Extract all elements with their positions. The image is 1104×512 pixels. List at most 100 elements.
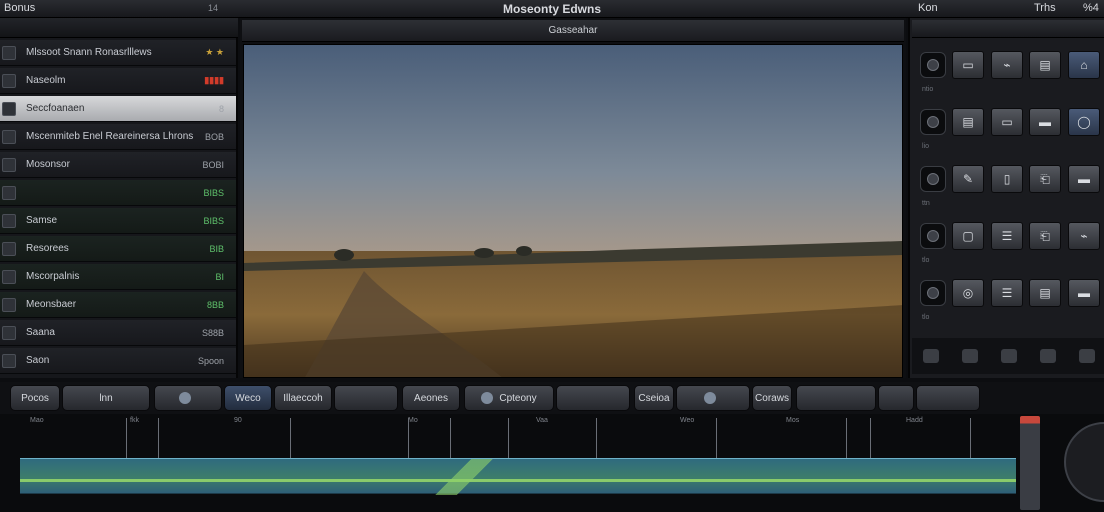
toolbar-button[interactable] (916, 385, 980, 411)
toolbar-button[interactable]: Pocos (10, 385, 60, 411)
layer-name: Meonsbaer (26, 299, 77, 310)
layer-value: BOB (204, 131, 224, 142)
layer-row[interactable]: Saon Spoon (0, 348, 236, 374)
layer-thumb-icon (2, 129, 16, 144)
field-image (244, 45, 902, 377)
toolbar-button[interactable] (676, 385, 750, 411)
layer-name: Mlssoot Snann Ronasrlllews (26, 47, 152, 58)
effect-toggle-icon[interactable] (920, 166, 946, 192)
toolbar-button[interactable] (154, 385, 222, 411)
audio-track[interactable] (20, 458, 1016, 495)
toolbar-button[interactable]: Weco (224, 385, 272, 411)
effect-tile-icon[interactable]: ⌁ (991, 51, 1023, 79)
toolbar-button-label: Illaeccoh (283, 392, 323, 404)
layer-row[interactable]: Meonsbaer 8BB (0, 292, 236, 318)
effect-tile-icon[interactable]: ▤ (1029, 51, 1061, 79)
effect-tile-icon[interactable]: ⎗ (1029, 165, 1061, 193)
video-preview[interactable] (243, 44, 903, 378)
layer-value: S88B (201, 327, 224, 338)
layer-row[interactable]: Samse BIBS (0, 208, 236, 234)
app-title: Moseonty Edwns (502, 2, 601, 16)
toolbar-button-label: Pocos (21, 392, 49, 404)
effect-toggle-icon[interactable] (920, 280, 946, 306)
toolbar-button-icon (481, 392, 494, 404)
layer-value: BIBS (203, 215, 224, 226)
toolbar-button[interactable]: Coraws (752, 385, 792, 411)
timeline-tick-label: fkk (130, 417, 139, 424)
layer-row[interactable]: Seccfoanaen 8 (0, 96, 236, 122)
effects-row-label: lio (922, 143, 930, 150)
layer-thumb-icon (2, 185, 16, 200)
toolbar-button[interactable] (878, 385, 914, 411)
effects-row-label: tlo (922, 314, 930, 321)
toolbar-button[interactable] (556, 385, 630, 411)
toolbar-button[interactable]: lnn (62, 385, 150, 411)
effect-toggle-icon[interactable] (920, 109, 946, 135)
strip-icon[interactable] (962, 349, 979, 363)
toolbar-button[interactable] (334, 385, 398, 411)
effect-tile-icon[interactable]: ▬ (1068, 279, 1100, 307)
layer-value: BI (215, 271, 224, 282)
layer-row[interactable]: Mscorpalnis BI (0, 264, 236, 290)
toolbar-button[interactable]: Cseioa (634, 385, 674, 411)
effect-tile-icon[interactable]: ⎗ (1029, 222, 1061, 250)
effect-tile-icon[interactable]: ☰ (991, 279, 1023, 307)
layer-thumb-icon (2, 157, 16, 172)
effect-tile-icon[interactable]: ▭ (991, 108, 1023, 136)
effect-tile-icon[interactable]: ▢ (952, 222, 984, 250)
effect-tile-icon[interactable]: ⌁ (1068, 222, 1100, 250)
viewer-header: Gasseahar (242, 20, 904, 42)
layer-thumb-icon (2, 73, 16, 88)
timeline-ruler[interactable]: Mao fkk 90 Mo Vaa Weo Mos Hadd (0, 414, 1040, 430)
timeline-tick-label: Mao (30, 417, 44, 424)
effects-panel-header (912, 20, 1104, 38)
toggle-dot-icon (927, 173, 939, 185)
effects-row: ▭ ⌁ ▤ ⌂ ntio (914, 46, 1104, 103)
effect-tile-icon[interactable]: ◎ (952, 279, 984, 307)
layer-row[interactable]: Mosonsor BOBI (0, 152, 236, 178)
effect-tile-icon[interactable]: ✎ (952, 165, 984, 193)
layer-row[interactable]: Mlssoot Snann Ronasrlllews ★ ★ (0, 40, 236, 66)
effect-toggle-icon[interactable] (920, 52, 946, 78)
toggle-dot-icon (927, 287, 939, 299)
toolbar-button[interactable]: Cpteony (464, 385, 554, 411)
layer-row[interactable]: Naseolm ▮▮▮▮ (0, 68, 236, 94)
strip-icon[interactable] (1000, 349, 1017, 363)
right-pane-title: Kon (918, 2, 938, 14)
effect-toggle-icon[interactable] (920, 223, 946, 249)
effects-bottom-strip (912, 338, 1104, 374)
layer-row[interactable]: Resorees BIB (0, 236, 236, 262)
timeline-tick-label: Mo (408, 417, 418, 424)
effects-row: ◎ ☰ ▤ ▬ tlo (914, 274, 1104, 331)
toolbar-button[interactable]: Illaeccoh (274, 385, 332, 411)
jog-wheel[interactable] (1064, 422, 1104, 502)
effects-grid: ▭ ⌁ ▤ ⌂ ntio ▤ ▭ ▬ ◯ lio ✎ ▯ ⎗ ▬ ttn ▢ ☰ ⎗ ⌁ tlo ◎ ☰ ▤ ▬ tlo (914, 46, 1104, 331)
right-pane-value: %4 (1083, 2, 1099, 14)
layer-value: ★ ★ (205, 47, 224, 57)
layer-thumb-icon (2, 269, 16, 284)
effect-tile-icon[interactable]: ▭ (952, 51, 984, 79)
effect-tile-icon[interactable]: ◯ (1068, 108, 1100, 136)
strip-icon[interactable] (1039, 349, 1056, 363)
effect-tile-icon[interactable]: ⌂ (1068, 51, 1100, 79)
layer-name: Mscorpalnis (26, 271, 80, 282)
effect-tile-icon[interactable]: ▤ (1029, 279, 1061, 307)
effect-tile-icon[interactable]: ▬ (1068, 165, 1100, 193)
effect-tile-icon[interactable]: ▤ (952, 108, 984, 136)
effect-tile-icon[interactable]: ▬ (1029, 108, 1061, 136)
layer-row[interactable]: Saana S88B (0, 320, 236, 346)
layer-row[interactable]: Mscenmiteb Enel Reareinersa Lhrons BOB (0, 124, 236, 150)
toolbar-button[interactable]: Aeones (402, 385, 460, 411)
strip-icon[interactable] (923, 349, 940, 363)
layer-name: Naseolm (26, 75, 66, 86)
toolbar-button[interactable] (796, 385, 876, 411)
strip-icon[interactable] (1078, 349, 1095, 363)
layer-value: 8BB (206, 299, 224, 310)
effect-tile-icon[interactable]: ☰ (991, 222, 1023, 250)
toolbar-button-label: Weco (235, 392, 261, 404)
viewer: Gasseahar (240, 18, 906, 378)
toolbar-button-icon (179, 392, 191, 404)
layer-row[interactable]: BIBS (0, 180, 236, 206)
effect-tile-icon[interactable]: ▯ (991, 165, 1023, 193)
layers-panel-header (0, 18, 238, 38)
